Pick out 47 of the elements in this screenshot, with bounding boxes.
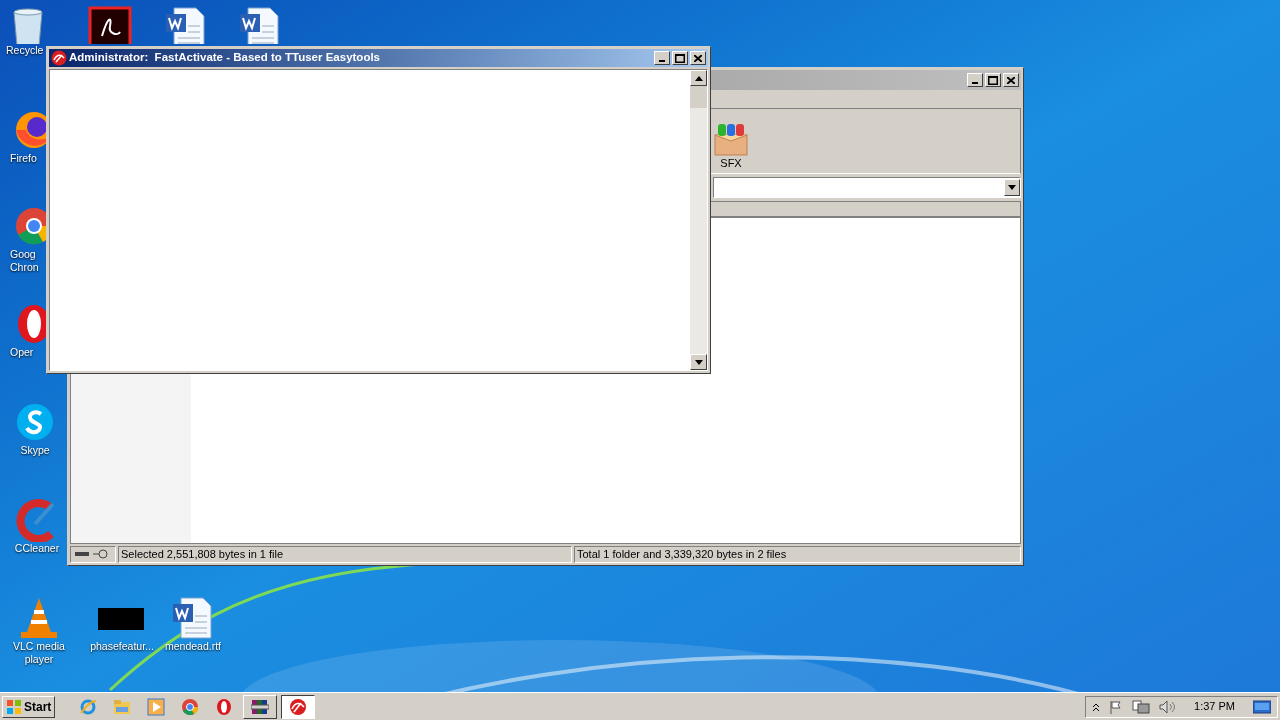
minimize-icon	[972, 82, 978, 84]
chevron-up-icon[interactable]	[1092, 701, 1101, 712]
maximize-button[interactable]	[672, 51, 688, 65]
status-text: Total 1 folder and 3,339,320 bytes in 2 files	[574, 545, 1021, 563]
close-button[interactable]	[1003, 73, 1019, 87]
close-icon	[694, 54, 702, 62]
scroll-thumb[interactable]	[690, 86, 707, 108]
maximize-icon	[988, 75, 998, 85]
desktop-icon-label[interactable]: phasefeatur...	[86, 640, 158, 653]
books-icon	[251, 697, 270, 716]
clock[interactable]: 1:37 PM	[1184, 698, 1245, 715]
desktop-icon-label[interactable]: Oper	[10, 346, 44, 359]
opera-icon[interactable]	[215, 697, 234, 716]
dropdown-button[interactable]	[1004, 178, 1020, 196]
show-desktop-icon[interactable]	[1253, 699, 1271, 714]
taskbar-button[interactable]	[281, 694, 316, 719]
status-text: Selected 2,551,808 bytes in 1 file	[118, 545, 572, 563]
box-icon	[711, 121, 751, 157]
app-icon	[289, 697, 308, 716]
desktop-icon-label[interactable]: Skype	[10, 444, 60, 457]
windows-logo-icon	[6, 698, 22, 715]
chrome-icon[interactable]	[181, 697, 200, 716]
desktop-icon-label[interactable]: mendead.rtf	[162, 640, 224, 653]
drive-key-icon	[75, 549, 111, 559]
start-button[interactable]: Start	[2, 695, 56, 718]
desktop-icon-label[interactable]: Goog Chron	[10, 248, 44, 274]
app-icon	[51, 50, 67, 66]
minimize-button[interactable]	[654, 51, 670, 65]
close-icon	[1007, 76, 1015, 84]
maximize-button[interactable]	[985, 73, 1001, 87]
desktop-icon-label[interactable]: CCleaner	[10, 542, 64, 555]
play-icon[interactable]	[147, 697, 166, 716]
speaker-icon[interactable]	[1158, 698, 1177, 715]
window-title: Administrator: FastActivate - Based to TTuser Easytools	[69, 50, 381, 66]
caret-icon	[1008, 184, 1016, 190]
desktop-icon-label[interactable]: VLC media player	[10, 640, 68, 666]
close-button[interactable]	[690, 51, 706, 65]
scroll-up-arrow-icon[interactable]	[694, 75, 703, 81]
address-dropdown[interactable]	[713, 176, 1021, 198]
scroll-down-arrow-icon[interactable]	[694, 359, 703, 365]
minimize-icon	[659, 60, 665, 62]
toolbar-button[interactable]: SFX	[711, 121, 751, 169]
scrollbar[interactable]	[690, 70, 707, 370]
maximize-icon	[675, 53, 685, 63]
network-icon[interactable]	[1132, 698, 1151, 715]
minimize-button[interactable]	[967, 73, 983, 87]
desktop-icon-label[interactable]: Firefo	[10, 152, 46, 165]
